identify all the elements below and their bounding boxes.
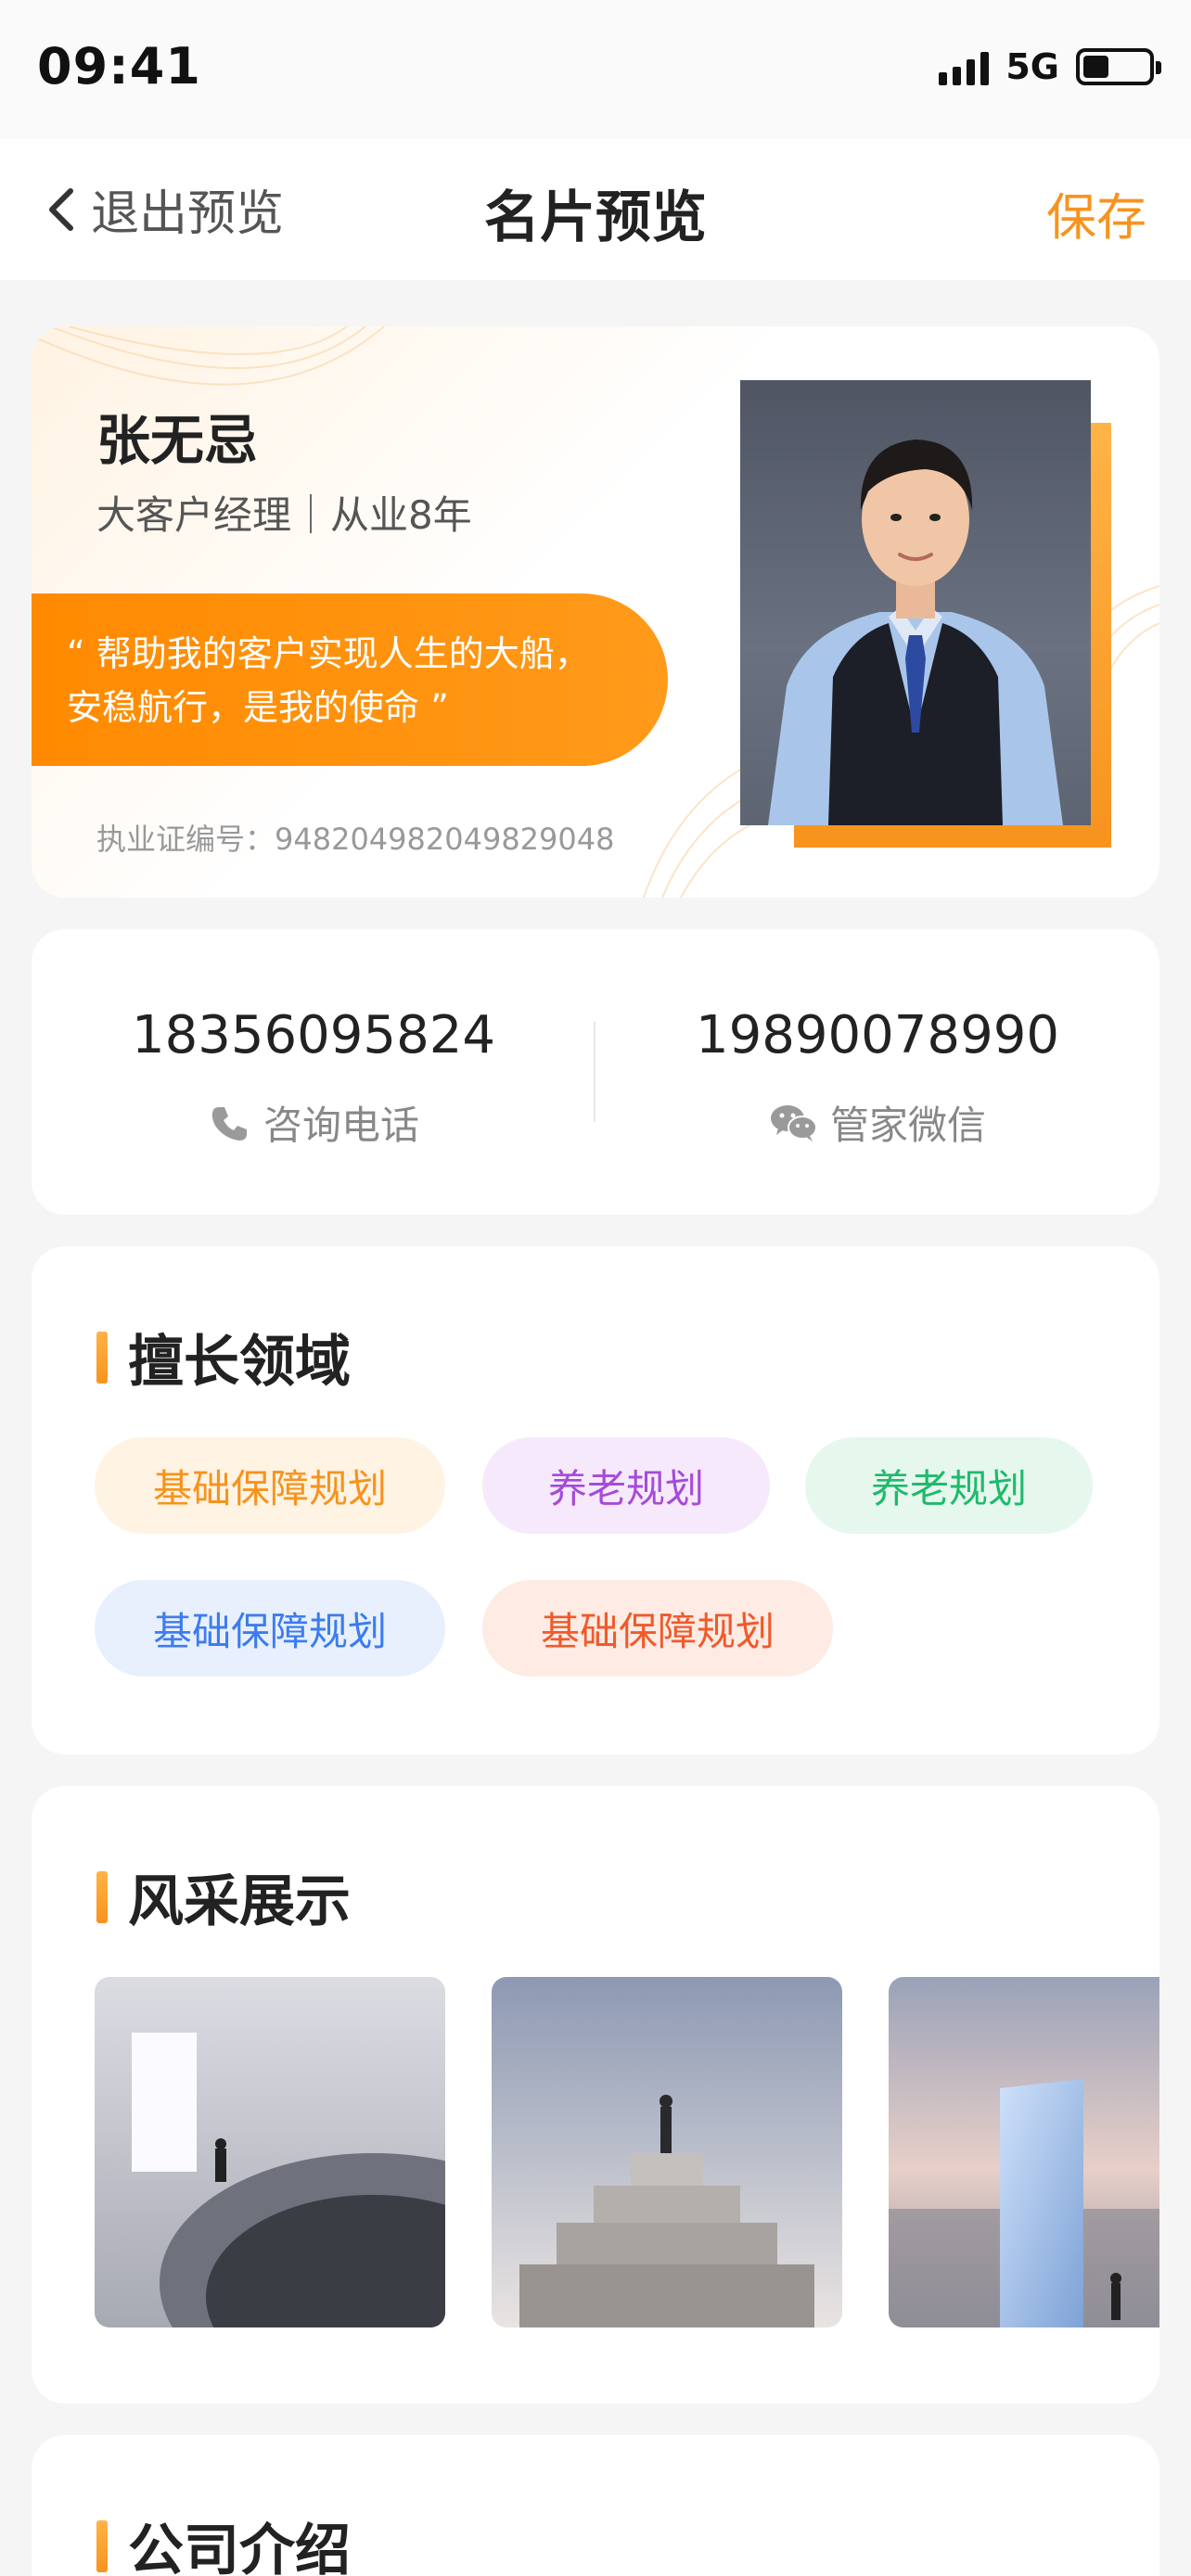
expertise-header: 擅长领域: [96, 1317, 351, 1397]
gallery-image[interactable]: [889, 1977, 1159, 2327]
gallery-header: 风采展示: [96, 1856, 351, 1937]
motto-line-1: “ 帮助我的客户实现人生的大船，: [67, 633, 590, 674]
motto-line-2: 安稳航行，是我的使命 ”: [67, 687, 449, 728]
profile-card: 张无忌 大客户经理｜从业8年 “ 帮助我的客户实现人生的大船， 安稳航行，是我的…: [32, 326, 1159, 898]
network-type: 5G: [1005, 46, 1059, 87]
expertise-tag: 基础保障规划: [95, 1580, 445, 1677]
consult-phone-number: 18356095824: [132, 1005, 495, 1065]
status-bar: 09:41 5G: [0, 0, 1191, 139]
expertise-title: 擅长领域: [128, 1330, 351, 1395]
gallery-card: 风采展示: [32, 1786, 1159, 2404]
consult-phone-label: 咨询电话: [263, 1103, 419, 1148]
expertise-tag: 养老规划: [805, 1437, 1093, 1534]
section-accent-bar: [96, 1331, 108, 1384]
status-time: 09:41: [37, 37, 201, 96]
battery-icon: [1076, 48, 1161, 85]
expertise-card: 擅长领域 基础保障规划 养老规划 养老规划 基础保障规划 基础保障规划: [32, 1246, 1159, 1754]
company-card: 公司介绍: [32, 2435, 1159, 2576]
butler-wechat-item[interactable]: 19890078990 管家微信: [596, 929, 1159, 1215]
avatar: [740, 380, 1091, 825]
company-title: 公司介绍: [128, 2519, 351, 2576]
company-header: 公司介绍: [96, 2506, 351, 2576]
butler-wechat-label-row: 管家微信: [596, 1094, 1159, 1151]
wechat-icon: [770, 1104, 817, 1141]
contact-card: 18356095824 咨询电话 19890078990 管家微信: [32, 929, 1159, 1215]
profile-title: 大客户经理｜从业8年: [96, 492, 472, 538]
avatar-illustration: [768, 440, 1063, 825]
status-indicators: 5G: [939, 46, 1161, 87]
signal-bars-icon: [939, 48, 990, 85]
gallery-image[interactable]: [492, 1977, 842, 2327]
gallery-photo-corridor: [95, 1977, 445, 2327]
consult-phone-label-row: 咨询电话: [32, 1094, 596, 1151]
gallery-title: 风采展示: [128, 1869, 351, 1934]
profile-name: 张无忌: [96, 409, 259, 472]
nav-bar: 退出预览 名片预览 保存: [0, 139, 1191, 280]
page-title: 名片预览: [484, 185, 707, 250]
motto-banner: “ 帮助我的客户实现人生的大船， 安稳航行，是我的使命 ”: [32, 593, 668, 766]
gallery-image[interactable]: [95, 1977, 445, 2327]
butler-wechat-number: 19890078990: [696, 1005, 1059, 1065]
phone-icon: [211, 1106, 247, 1141]
butler-wechat-label: 管家微信: [829, 1103, 986, 1148]
consult-phone-item[interactable]: 18356095824 咨询电话: [32, 929, 596, 1215]
expertise-tag: 养老规划: [482, 1437, 770, 1534]
save-button[interactable]: 保存: [1046, 176, 1146, 249]
battery-level: [1083, 56, 1108, 78]
expertise-tag: 基础保障规划: [95, 1437, 445, 1534]
section-accent-bar: [96, 2519, 108, 2572]
license-number: 执业证编号：948204982049829048: [96, 822, 615, 857]
gallery-photo-podium: [492, 1977, 842, 2327]
section-accent-bar: [96, 1870, 108, 1923]
gallery-photo-mirror: [889, 1977, 1159, 2327]
expertise-tag: 基础保障规划: [482, 1580, 833, 1677]
